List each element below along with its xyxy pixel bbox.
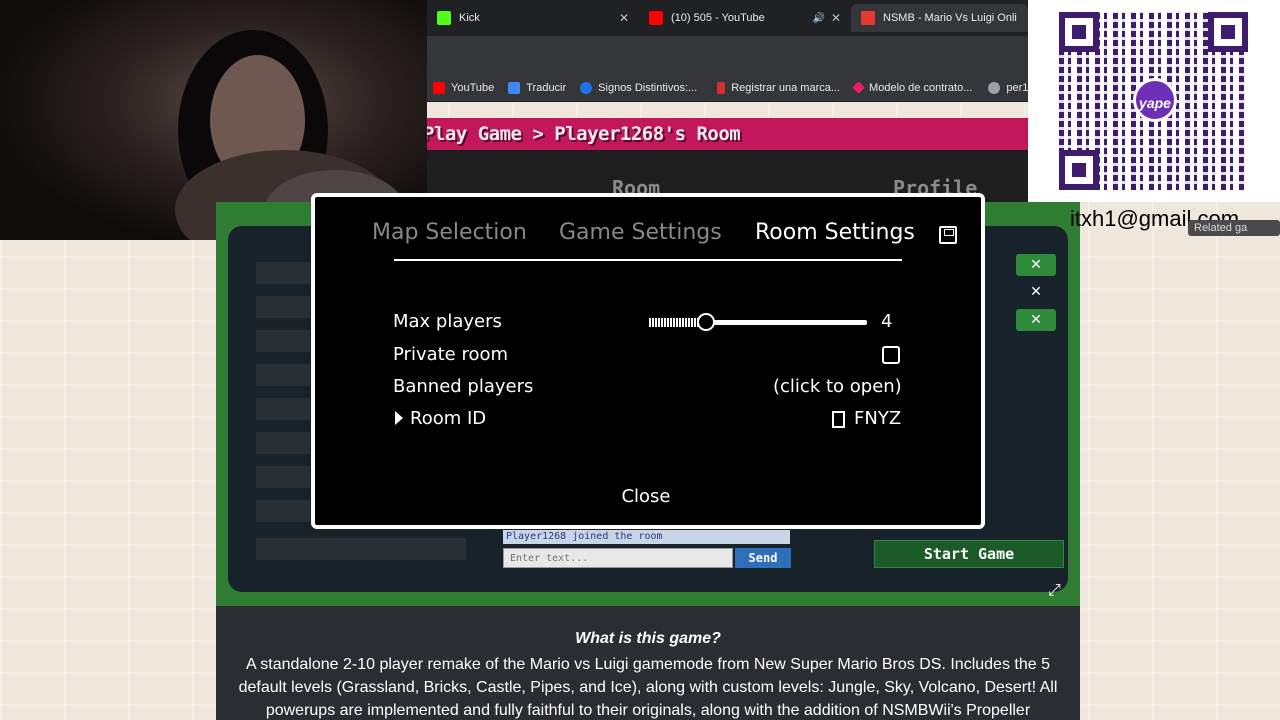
description-title: What is this game? (575, 630, 721, 647)
player-slot (256, 432, 310, 454)
bookmark-label: Traducir (526, 81, 567, 94)
circle-icon (580, 81, 593, 94)
youtube-icon (649, 11, 663, 25)
player-slot (256, 466, 310, 488)
max-players-slider[interactable] (649, 313, 867, 331)
bookmarks-bar: YouTube Traducir Signos Distintivos:... … (427, 74, 1028, 102)
x-icon: ✕ (1030, 284, 1042, 300)
flag-icon (717, 81, 726, 94)
start-game-button[interactable]: Start Game (874, 540, 1064, 568)
player-slot (256, 364, 310, 386)
close-icon[interactable]: ✕ (619, 11, 629, 25)
game-description: What is this game? A standalone 2-10 pla… (216, 606, 1080, 720)
close-icon[interactable]: ✕ (831, 11, 841, 25)
private-room-label: Private room (393, 344, 509, 365)
related-games-badge[interactable]: Related ga (1188, 220, 1280, 236)
player-slot (256, 262, 310, 284)
youtube-icon (433, 81, 445, 94)
browser-tab-nsmb[interactable]: NSMB - Mario Vs Luigi Onli (851, 4, 1028, 32)
game-icon (861, 11, 875, 25)
banned-players-link[interactable]: (click to open) (773, 376, 902, 397)
fullscreen-icon[interactable]: ⤢ (1048, 580, 1070, 602)
save-icon[interactable] (939, 226, 957, 244)
tab-game-settings[interactable]: Game Settings (559, 220, 722, 245)
browser-tab-kick[interactable]: Kick ✕ (427, 4, 637, 32)
page-header: Play Game > Player1268's Room (427, 118, 1028, 150)
send-button[interactable]: Send (735, 548, 791, 568)
tab-map-selection[interactable]: Map Selection (372, 220, 527, 245)
bookmark-youtube[interactable]: YouTube (433, 81, 495, 94)
bookmark-label: Signos Distintivos:... (598, 81, 698, 94)
player-slot (256, 398, 310, 420)
bookmark-traducir[interactable]: Traducir (508, 81, 567, 94)
player-slot (256, 330, 310, 352)
close-button[interactable]: Close (596, 483, 696, 511)
kick-player-button[interactable]: ✕ (1016, 281, 1056, 303)
translate-icon (508, 81, 521, 94)
kick-icon (437, 11, 451, 25)
lock-slot (256, 538, 466, 560)
player-slot (256, 296, 310, 318)
max-players-value: 4 (881, 311, 893, 332)
browser-tab-youtube[interactable]: (10) 505 - YouTube 🔊 ✕ (639, 4, 849, 32)
yape-logo: yape (1133, 78, 1177, 122)
donation-qr-panel: yape (1028, 0, 1280, 202)
bookmark-modelo[interactable]: Modelo de contrato... (852, 81, 973, 94)
qr-finder-pattern (1059, 150, 1099, 190)
address-bar[interactable] (427, 36, 1028, 74)
qr-code: yape (1059, 12, 1248, 190)
banned-players-label: Banned players (393, 376, 534, 397)
bookmark-label: per1 (1006, 81, 1028, 94)
tab-label: NSMB - Mario Vs Luigi Onli (883, 12, 1017, 24)
bookmark-label: Modelo de contrato... (869, 81, 973, 94)
player-slot (256, 500, 310, 522)
chat-input[interactable] (503, 548, 733, 568)
diamond-icon (852, 81, 865, 94)
x-icon: ✕ (1030, 257, 1042, 273)
kick-player-button[interactable]: ✕ (1016, 254, 1056, 276)
bookmark-signos[interactable]: Signos Distintivos:... (580, 81, 698, 94)
room-id-label[interactable]: Room ID (410, 408, 486, 429)
tab-label: Kick (459, 12, 480, 24)
breadcrumb: Play Game > Player1268's Room (427, 123, 741, 145)
tab-room-settings[interactable]: Room Settings (755, 220, 915, 245)
tab-label: (10) 505 - YouTube (671, 12, 765, 24)
private-room-checkbox[interactable] (882, 346, 900, 364)
expand-triangle-icon[interactable] (395, 411, 403, 425)
x-icon: ✕ (1030, 312, 1042, 328)
room-id-value: FNYZ (854, 408, 902, 429)
slider-thumb[interactable] (696, 313, 715, 331)
description-body: A standalone 2-10 player remake of the M… (238, 656, 1058, 719)
tab-underline (394, 259, 902, 261)
kick-player-button[interactable]: ✕ (1016, 309, 1056, 331)
qr-finder-pattern (1059, 12, 1099, 52)
bookmark-label: Registrar una marca... (731, 81, 841, 94)
speaker-icon[interactable]: 🔊 (813, 13, 825, 24)
max-players-label: Max players (393, 311, 502, 332)
qr-finder-pattern (1208, 12, 1248, 52)
globe-icon (988, 81, 1001, 94)
chat-message: Player1268 joined the room (503, 530, 790, 544)
bookmark-registrar[interactable]: Registrar una marca... (717, 81, 841, 94)
copy-document-icon[interactable] (832, 411, 845, 428)
bookmark-per1[interactable]: per1 (988, 81, 1028, 94)
browser-tab-bar: Kick ✕ (10) 505 - YouTube 🔊 ✕ NSMB - Mar… (427, 0, 1028, 36)
bookmark-label: YouTube (451, 81, 495, 94)
